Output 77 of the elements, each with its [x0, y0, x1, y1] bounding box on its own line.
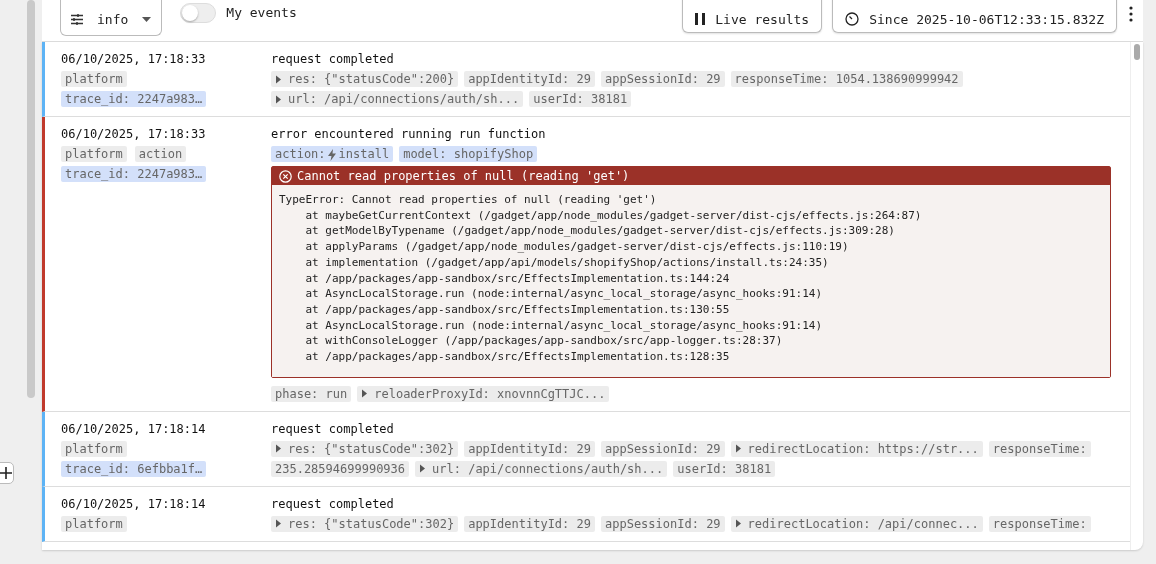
log-message: request completed: [271, 495, 395, 512]
field-toggle[interactable]: res: {"statusCode":302}: [271, 515, 459, 532]
dropdown-caret-icon: [142, 16, 152, 22]
more-options-button[interactable]: [1129, 5, 1133, 22]
stack-trace-line: at AsyncLocalStorage.run (node:internal/async_local_storage/async_hooks:91:14): [304, 286, 824, 302]
stack-trace-line: TypeError: Cannot read properties of null (reading 'get'): [279, 192, 658, 208]
field-tag: 235.28594699990936: [271, 460, 410, 477]
field-tag: responseTime:: [988, 440, 1091, 457]
timestamp: 06/10/2025, 17:18:14: [61, 495, 206, 512]
plus-icon: [0, 467, 12, 479]
caret-icon: [734, 444, 742, 454]
field-tag: appSessionId: 29: [601, 515, 725, 532]
timestamp: 06/10/2025, 17:18:33: [61, 126, 206, 142]
stack-trace-line: at implementation (/gadget/app/api/models/shopifyShop/actions/install.ts:24:35): [304, 254, 830, 271]
field-tag: userId: 38181: [529, 91, 632, 107]
field-toggle[interactable]: res: {"statusCode":200}: [271, 71, 459, 87]
field-tag: appIdentityId: 29: [464, 440, 595, 457]
timestamp: 06/10/2025, 17:18:33: [61, 51, 206, 67]
stopwatch-icon: [845, 12, 860, 26]
field-tag: userId: 38181: [673, 460, 776, 477]
field-toggle[interactable]: url: /api/connections/auth/sh...: [271, 91, 524, 107]
pause-icon: [695, 13, 706, 25]
stack-trace-line: at /app/packages/app-sandbox/src/EffectsImplementation.ts:144:24: [304, 270, 731, 287]
kebab-icon: [1129, 5, 1133, 22]
source-label: platform: [61, 71, 127, 87]
source-label: platform: [61, 146, 127, 162]
stack-trace-line: at maybeGetCurrentContext (/gadget/app/node_modules/gadget-server/dist-cjs/effects.js:264:87): [304, 207, 923, 224]
lightning-icon: [327, 148, 336, 161]
caret-icon: [275, 444, 282, 454]
action-tag: action: install: [271, 146, 394, 162]
field-toggle[interactable]: res: {"statusCode":302}: [271, 440, 459, 457]
field-toggle[interactable]: reloaderProxyId: xnovnnCgTTJC...: [357, 385, 610, 402]
error-icon: [279, 169, 292, 183]
trace-id-label[interactable]: trace_id: 6efbba1f…: [61, 460, 207, 477]
trace-id-label[interactable]: trace_id: 2247a983…: [61, 91, 207, 107]
field-tag: appSessionId: 29: [601, 440, 725, 457]
field-tag: responseTime: 1054.138690999942: [730, 71, 963, 87]
field-toggle[interactable]: redirectLocation: https://str...: [730, 440, 983, 457]
field-tag: responseTime:: [988, 515, 1091, 532]
log-entry[interactable]: [42, 411, 1130, 487]
log-entry[interactable]: [42, 117, 1130, 412]
stack-trace-line: at AsyncLocalStorage.run (node:internal/async_local_storage/async_hooks:91:14): [304, 317, 824, 334]
log-message: error encountered running run function: [271, 126, 547, 142]
log-message: request completed: [271, 51, 395, 67]
caret-icon: [419, 464, 427, 474]
caret-icon: [361, 389, 369, 399]
source-label: platform: [61, 515, 127, 532]
since-button[interactable]: Since 2025-10-06T12:33:15.832Z: [832, 0, 1117, 33]
source-label: action: [134, 146, 187, 162]
live-results-button[interactable]: Live results: [682, 0, 823, 33]
stack-trace-line: at /app/packages/app-sandbox/src/EffectsImplementation.ts:130:55: [304, 301, 731, 318]
source-label: platform: [61, 440, 127, 457]
caret-icon: [734, 519, 742, 529]
field-tag: appSessionId: 29: [601, 71, 725, 87]
timestamp: 06/10/2025, 17:18:14: [61, 420, 206, 437]
field-tag: appIdentityId: 29: [464, 515, 595, 532]
my-events-toggle[interactable]: [180, 2, 217, 23]
scrollbar-thumb[interactable]: [1134, 44, 1140, 60]
toggle-label: My events: [226, 5, 297, 20]
level-filter-dropdown[interactable]: info: [60, 0, 163, 36]
field-tag: model: shopifyShop: [399, 146, 538, 162]
stack-trace-line: at getModelByTypename (/gadget/app/node_modules/gadget-server/dist-cjs/effects.js:309:28): [304, 223, 896, 240]
caret-icon: [275, 519, 282, 529]
filter-icon: [71, 13, 83, 25]
stack-trace-line: at /app/packages/app-sandbox/src/EffectsImplementation.ts:128:35: [304, 349, 731, 365]
log-message: request completed: [271, 420, 395, 437]
field-toggle[interactable]: url: /api/connections/auth/sh...: [415, 460, 668, 477]
log-entry[interactable]: [42, 42, 1130, 117]
log-entry[interactable]: 06/10/2025, 17:18:14 platform request completed res: {"statusCode":302} appIdentityId: 29 appSessionId: 29 redirectLocation: /api/connec... responseTime:: [42, 486, 1130, 542]
scrollbar-thumb[interactable]: [27, 0, 35, 398]
field-tag: phase: run: [271, 385, 352, 402]
stack-trace-line: at applyParams (/gadget/app/node_modules/gadget-server/dist-cjs/effects.js:110:19): [304, 239, 850, 255]
field-tag: appIdentityId: 29: [464, 71, 595, 87]
field-toggle[interactable]: redirectLocation: /api/connec...: [730, 515, 983, 532]
error-title: Cannot read properties of null (reading 'get'): [297, 169, 630, 183]
stack-trace-line: at withConsoleLogger (/app/packages/app-sandbox/src/app-logger.ts:28:37): [304, 333, 784, 350]
trace-id-label[interactable]: trace_id: 2247a983…: [61, 166, 207, 182]
